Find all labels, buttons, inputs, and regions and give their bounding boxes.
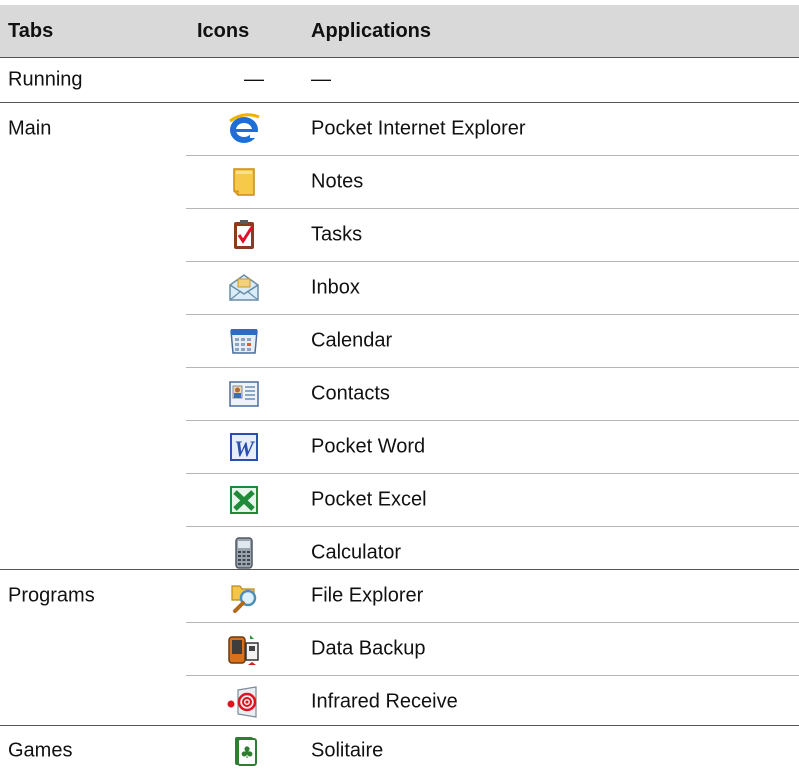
tab-label: Main <box>8 117 52 140</box>
internet-explorer-icon <box>226 111 262 147</box>
app-label: Pocket Internet Explorer <box>311 117 526 140</box>
app-label: Tasks <box>311 223 363 246</box>
table-row: Pocket Excel <box>0 474 799 526</box>
table-row: Games ♣ Solitaire <box>0 726 799 776</box>
header-tabs: Tabs <box>8 20 54 42</box>
app-label: Infrared Receive <box>311 690 458 713</box>
svg-text:♣: ♣ <box>240 743 254 762</box>
table-row: Data Backup <box>0 623 799 675</box>
inbox-icon <box>226 270 262 306</box>
pocket-word-icon: W <box>226 429 262 465</box>
pocket-excel-icon <box>226 482 262 518</box>
contacts-icon <box>226 376 262 412</box>
table-row: W Pocket Word <box>0 421 799 473</box>
app-label: Solitaire <box>311 739 384 762</box>
table-row: Infrared Receive <box>0 676 799 728</box>
notes-icon <box>226 164 262 200</box>
table-row: Main Pocket Internet Explorer <box>0 103 799 155</box>
table-row: Contacts <box>0 368 799 420</box>
header-applications: Applications <box>311 20 432 42</box>
calendar-icon <box>226 323 262 359</box>
svg-text:W: W <box>234 436 255 461</box>
app-label: Pocket Excel <box>311 488 427 511</box>
tab-label: Running <box>8 68 83 91</box>
tasks-icon <box>226 217 262 253</box>
tab-label: Programs <box>8 584 95 607</box>
table-row: Calendar <box>0 315 799 367</box>
app-label: Calendar <box>311 329 393 352</box>
table-row: Running — — <box>0 58 799 102</box>
tab-label: Games <box>8 739 73 762</box>
calculator-icon <box>226 535 262 571</box>
file-explorer-icon <box>226 578 262 614</box>
app-label: Pocket Word <box>311 435 426 458</box>
table-row: Tasks <box>0 209 799 261</box>
app-label: Contacts <box>311 382 390 405</box>
app-label: Notes <box>311 170 364 193</box>
app-label: Calculator <box>311 541 402 564</box>
header-icons: Icons <box>197 20 250 42</box>
data-backup-icon <box>226 631 262 667</box>
table-header: Tabs Icons Applications <box>0 5 799 57</box>
app-label: Data Backup <box>311 637 426 660</box>
app-label: File Explorer <box>311 584 424 607</box>
icon-placeholder: — <box>244 68 264 91</box>
solitaire-icon: ♣ <box>226 733 262 769</box>
table-row: Notes <box>0 156 799 208</box>
infrared-receive-icon <box>226 684 262 720</box>
app-placeholder: — <box>311 68 331 91</box>
table-row: Inbox <box>0 262 799 314</box>
app-label: Inbox <box>311 276 360 299</box>
table-row: Programs File Explorer <box>0 570 799 622</box>
